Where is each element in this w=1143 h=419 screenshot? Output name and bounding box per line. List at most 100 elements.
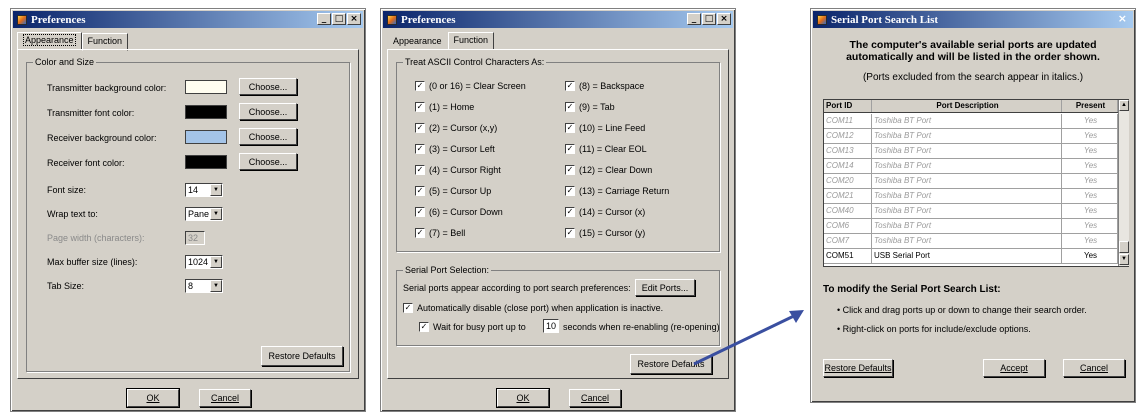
port-id-cell: COM20	[824, 174, 872, 188]
present-cell: Yes	[1062, 129, 1118, 143]
port-description-cell: Toshiba BT Port	[872, 144, 1062, 158]
ascii-checkbox[interactable]: ✓	[415, 102, 425, 112]
restore-defaults-button[interactable]: Restore Defaults	[261, 346, 343, 366]
table-row[interactable]: COM21 Toshiba BT Port Yes	[824, 189, 1118, 204]
receiver-font-choose-button[interactable]: Choose...	[239, 153, 297, 170]
title-bar[interactable]: Preferences _ □ ×	[13, 11, 363, 28]
ok-button[interactable]: OK	[126, 388, 180, 408]
table-row[interactable]: COM14 Toshiba BT Port Yes	[824, 159, 1118, 174]
minimize-button[interactable]: _	[317, 13, 331, 25]
cancel-button[interactable]: Cancel	[569, 389, 621, 407]
close-icon[interactable]: ×	[1118, 12, 1127, 25]
port-description-cell: USB Serial Port	[872, 249, 1062, 263]
title-bar[interactable]: Preferences _ □ ×	[383, 11, 733, 28]
ascii-checkbox-label: (4) = Cursor Right	[429, 165, 501, 175]
ascii-checkbox[interactable]: ✓	[565, 102, 575, 112]
receiver-bg-choose-button[interactable]: Choose...	[239, 128, 297, 145]
close-button[interactable]: ×	[347, 13, 361, 25]
ascii-checkbox[interactable]: ✓	[565, 207, 575, 217]
ascii-checkbox[interactable]: ✓	[415, 186, 425, 196]
restore-defaults-button[interactable]: Restore Defaults	[823, 359, 893, 377]
table-row[interactable]: COM20 Toshiba BT Port Yes	[824, 174, 1118, 189]
port-description-cell: Toshiba BT Port	[872, 159, 1062, 173]
ok-button[interactable]: OK	[496, 388, 550, 408]
maximize-button[interactable]: □	[332, 13, 346, 25]
ascii-checkbox[interactable]: ✓	[415, 123, 425, 133]
edit-ports-button[interactable]: Edit Ports...	[635, 279, 695, 296]
ascii-checkbox-label: (0 or 16) = Clear Screen	[429, 81, 526, 91]
port-id-cell: COM21	[824, 189, 872, 203]
ascii-checkbox[interactable]: ✓	[565, 228, 575, 238]
receiver-font-swatch	[185, 155, 227, 169]
tab-function[interactable]: Function	[447, 32, 495, 50]
tab-panel: Treat ASCII Control Characters As: ✓ (0 o…	[387, 49, 729, 379]
tab-size-label: Tab Size:	[47, 281, 85, 291]
scroll-up-icon[interactable]: ▲	[1119, 100, 1129, 111]
scroll-down-icon[interactable]: ▼	[1119, 254, 1129, 265]
ascii-checkbox[interactable]: ✓	[415, 228, 425, 238]
maximize-button[interactable]: □	[702, 13, 716, 25]
table-row[interactable]: COM40 Toshiba BT Port Yes	[824, 204, 1118, 219]
ascii-checkbox-label: (9) = Tab	[579, 102, 615, 112]
ascii-checkbox[interactable]: ✓	[415, 144, 425, 154]
group-title: Serial Port Selection:	[403, 265, 492, 275]
scroll-thumb[interactable]	[1119, 241, 1129, 253]
buffer-size-select[interactable]: 1024 ▼	[185, 255, 223, 269]
ascii-checkbox[interactable]: ✓	[565, 81, 575, 91]
port-description-cell: Toshiba BT Port	[872, 129, 1062, 143]
port-description-cell: Toshiba BT Port	[872, 219, 1062, 233]
ascii-checkbox-label: (11) = Clear EOL	[579, 144, 647, 154]
tab-appearance[interactable]: Appearance	[17, 32, 82, 50]
wait-busy-checkbox[interactable]: ✓	[419, 322, 429, 332]
cancel-button[interactable]: Cancel	[199, 389, 251, 407]
auto-disable-checkbox[interactable]: ✓	[403, 303, 413, 313]
table-row[interactable]: COM11 Toshiba BT Port Yes	[824, 114, 1118, 129]
table-row[interactable]: COM6 Toshiba BT Port Yes	[824, 219, 1118, 234]
cancel-button[interactable]: Cancel	[1063, 359, 1125, 377]
window-title: Preferences	[31, 13, 86, 26]
preferences-function-dialog: Preferences _ □ × Appearance Function Tr…	[380, 8, 736, 412]
col-present: Present	[1062, 100, 1118, 112]
present-cell: Yes	[1062, 189, 1118, 203]
receiver-bg-label: Receiver background color:	[47, 133, 157, 143]
table-row[interactable]: COM7 Toshiba BT Port Yes	[824, 234, 1118, 249]
present-cell: Yes	[1062, 204, 1118, 218]
chevron-down-icon: ▼	[210, 280, 222, 292]
font-size-select[interactable]: 14 ▼	[185, 183, 223, 197]
table-row[interactable]: COM51 USB Serial Port Yes	[824, 249, 1118, 264]
ascii-checkbox[interactable]: ✓	[565, 186, 575, 196]
port-id-cell: COM12	[824, 129, 872, 143]
instruction-drag: • Click and drag ports up or down to cha…	[837, 305, 1087, 315]
ascii-checkbox[interactable]: ✓	[415, 81, 425, 91]
ascii-checkbox[interactable]: ✓	[565, 144, 575, 154]
ascii-checkbox[interactable]: ✓	[565, 123, 575, 133]
preferences-appearance-dialog: Preferences _ □ × Appearance Function Co…	[10, 8, 366, 412]
buffer-size-label: Max buffer size (lines):	[47, 257, 138, 267]
transmitter-bg-choose-button[interactable]: Choose...	[239, 78, 297, 95]
present-cell: Yes	[1062, 249, 1118, 263]
ascii-checkbox-label: (12) = Clear Down	[579, 165, 653, 175]
wait-seconds-field[interactable]: 10	[543, 319, 559, 333]
minimize-button[interactable]: _	[687, 13, 701, 25]
accept-button[interactable]: Accept	[983, 359, 1045, 377]
ascii-checkbox-label: (2) = Cursor (x,y)	[429, 123, 498, 133]
table-scrollbar[interactable]: ▲ ▼	[1118, 100, 1129, 266]
title-bar[interactable]: Serial Port Search List ×	[813, 11, 1133, 28]
port-description-cell: Toshiba BT Port	[872, 204, 1062, 218]
transmitter-font-choose-button[interactable]: Choose...	[239, 103, 297, 120]
window-title: Preferences	[401, 13, 456, 26]
ascii-checkbox[interactable]: ✓	[415, 207, 425, 217]
ascii-checkbox[interactable]: ✓	[415, 165, 425, 175]
table-row[interactable]: COM12 Toshiba BT Port Yes	[824, 129, 1118, 144]
port-description-cell: Toshiba BT Port	[872, 189, 1062, 203]
page-width-label: Page width (characters):	[47, 233, 145, 243]
app-icon	[817, 14, 827, 25]
port-description-cell: Toshiba BT Port	[872, 174, 1062, 188]
present-cell: Yes	[1062, 144, 1118, 158]
wrap-text-select[interactable]: Pane ▼	[185, 207, 223, 221]
ascii-checkbox[interactable]: ✓	[565, 165, 575, 175]
table-row[interactable]: COM13 Toshiba BT Port Yes	[824, 144, 1118, 159]
port-id-cell: COM6	[824, 219, 872, 233]
close-button[interactable]: ×	[717, 13, 731, 25]
tab-size-select[interactable]: 8 ▼	[185, 279, 223, 293]
